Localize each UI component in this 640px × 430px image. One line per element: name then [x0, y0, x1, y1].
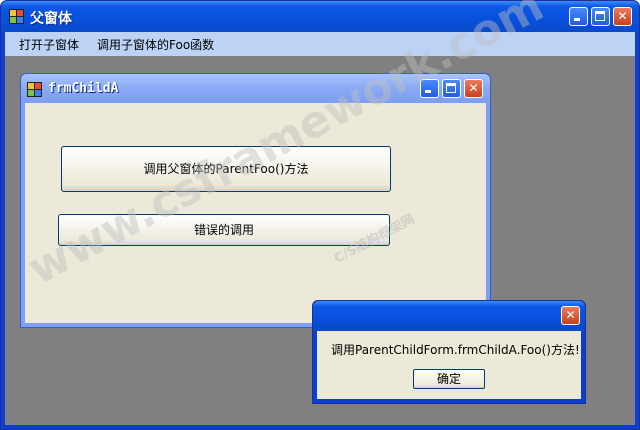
close-icon: ✕ — [565, 308, 576, 322]
maximize-button[interactable] — [591, 7, 610, 26]
menu-call-child-foo[interactable]: 调用子窗体的Foo函数 — [97, 36, 214, 53]
child-window-title: frmChildA — [48, 81, 119, 96]
minimize-icon — [574, 18, 580, 21]
maximize-icon — [595, 11, 605, 21]
call-parent-foo-button[interactable]: 调用父窗体的ParentFoo()方法 — [61, 146, 391, 192]
ok-button[interactable]: 确定 — [413, 369, 485, 389]
minimize-button[interactable] — [569, 7, 588, 26]
child-title-bar[interactable]: frmChildA ✕ — [21, 74, 490, 103]
maximize-icon — [446, 83, 456, 93]
menu-open-child[interactable]: 打开子窗体 — [19, 36, 79, 53]
wrong-call-button[interactable]: 错误的调用 — [58, 214, 390, 246]
child-app-icon — [27, 82, 42, 97]
close-button[interactable]: ✕ — [613, 7, 632, 26]
child-close-button[interactable]: ✕ — [464, 79, 483, 98]
close-icon: ✕ — [617, 9, 628, 23]
app-icon — [9, 9, 24, 24]
parent-window-title: 父窗体 — [30, 11, 72, 27]
minimize-icon — [425, 90, 431, 93]
child-window: frmChildA ✕ 调用父窗体的ParentFoo()方法 错误的调用 — [20, 73, 491, 328]
message-box: ✕ 调用ParentChildForm.frmChildA.Foo()方法! 确… — [312, 300, 586, 404]
message-body: 调用ParentChildForm.frmChildA.Foo()方法! 确定 — [317, 331, 581, 399]
child-minimize-button[interactable] — [420, 79, 439, 98]
menu-bar: 打开子窗体 调用子窗体的Foo函数 — [5, 32, 635, 56]
message-close-button[interactable]: ✕ — [561, 306, 580, 325]
close-icon: ✕ — [468, 81, 479, 95]
message-text: 调用ParentChildForm.frmChildA.Foo()方法! — [331, 343, 580, 357]
child-client-area: 调用父窗体的ParentFoo()方法 错误的调用 — [25, 103, 486, 323]
message-title-bar[interactable]: ✕ — [313, 301, 585, 331]
parent-title-bar[interactable]: 父窗体 ✕ — [1, 1, 639, 32]
child-maximize-button[interactable] — [442, 79, 461, 98]
